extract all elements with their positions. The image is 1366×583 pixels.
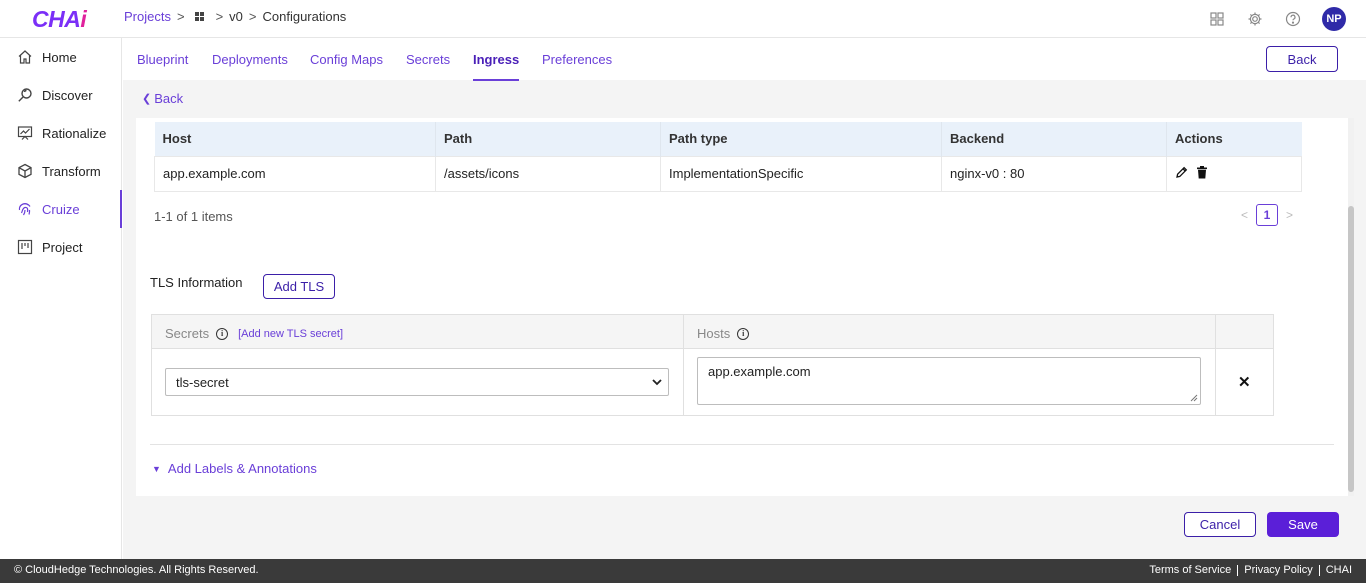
tab-preferences[interactable]: Preferences <box>542 52 612 67</box>
breadcrumb-version[interactable]: v0 <box>229 9 243 24</box>
cancel-button[interactable]: Cancel <box>1184 512 1256 537</box>
top-header: CHAi Projects > > v0 > Configurations NP <box>0 0 1366 38</box>
tab-blueprint[interactable]: Blueprint <box>137 52 188 67</box>
back-link-label: Back <box>154 91 184 106</box>
column-header-actions: Actions <box>1166 122 1302 156</box>
tls-hosts-value: app.example.com <box>708 364 811 379</box>
vertical-scrollbar[interactable] <box>1348 118 1354 496</box>
chart-board-icon <box>16 124 34 142</box>
copyright-text: © CloudHedge Technologies. All Rights Re… <box>14 564 259 576</box>
column-header-path: Path <box>435 122 661 156</box>
items-count: 1-1 of 1 items <box>154 209 233 224</box>
config-tabs: Blueprint Deployments Config Maps Secret… <box>123 38 1366 81</box>
column-divider <box>1215 315 1216 415</box>
scrollbar-thumb[interactable] <box>1348 206 1354 492</box>
add-labels-annotations-toggle[interactable]: ▼ Add Labels & Annotations <box>152 461 317 476</box>
sidebar-item-label: Transform <box>42 163 101 179</box>
home-icon <box>16 48 34 66</box>
tab-config-maps[interactable]: Config Maps <box>310 52 383 67</box>
avatar[interactable]: NP <box>1322 7 1346 31</box>
page-number-button[interactable]: 1 <box>1256 204 1279 226</box>
hosts-header-label: Hosts <box>697 326 731 341</box>
main-content: Blueprint Deployments Config Maps Secret… <box>123 38 1366 559</box>
sidebar-item-label: Home <box>42 49 77 65</box>
cell-path: /assets/icons <box>435 155 661 192</box>
cell-path-type: ImplementationSpecific <box>660 155 942 192</box>
sidebar-item-cruize[interactable]: Cruize <box>0 190 122 228</box>
tls-hosts-textarea[interactable]: app.example.com <box>697 357 1201 405</box>
tab-secrets[interactable]: Secrets <box>406 52 450 67</box>
sidebar-item-rationalize[interactable]: Rationalize <box>0 114 121 152</box>
fingerprint-icon <box>16 200 34 218</box>
info-icon[interactable]: i <box>216 327 229 340</box>
tls-secret-selected-value: tls-secret <box>176 374 229 390</box>
search-icon <box>16 86 34 104</box>
cube-icon <box>16 162 34 180</box>
back-button[interactable]: Back <box>1266 46 1338 72</box>
cell-actions <box>1166 155 1302 192</box>
breadcrumb-current: Configurations <box>262 9 347 24</box>
save-button[interactable]: Save <box>1267 512 1339 537</box>
tls-secret-select[interactable]: tls-secret <box>165 368 669 396</box>
add-tls-button[interactable]: Add TLS <box>263 274 335 299</box>
table-header-row: Host Path Path type Backend Actions <box>154 122 1302 156</box>
chevron-right-icon: > <box>248 9 257 24</box>
column-divider <box>683 315 684 415</box>
sidebar-item-label: Rationalize <box>42 125 107 141</box>
chevron-left-icon: ❮ <box>142 93 152 105</box>
gear-icon[interactable] <box>1246 10 1264 28</box>
add-new-tls-secret-link[interactable]: [Add new TLS secret] <box>238 328 343 340</box>
edit-pencil-icon[interactable] <box>1175 166 1188 182</box>
privacy-policy-link[interactable]: Privacy Policy <box>1238 565 1320 576</box>
ingress-card: Host Path Path type Backend Actions app.… <box>136 118 1348 496</box>
secrets-header-label: Secrets <box>165 326 210 341</box>
prev-page-chevron-icon[interactable]: < <box>1241 208 1248 222</box>
sidebar: Home Discover Rationalize Transform Crui… <box>0 38 122 559</box>
hosts-header: Hosts i <box>697 326 750 341</box>
sidebar-item-label: Discover <box>42 87 93 103</box>
sidebar-item-home[interactable]: Home <box>0 38 121 76</box>
tab-ingress[interactable]: Ingress <box>473 52 520 81</box>
tls-information-label: TLS Information <box>150 275 243 290</box>
footer-links: Terms of Service Privacy Policy CHAI <box>1143 565 1352 576</box>
sidebar-item-label: Project <box>42 239 83 255</box>
sidebar-item-project[interactable]: Project <box>0 228 121 266</box>
info-icon[interactable]: i <box>737 327 750 340</box>
chai-logo[interactable]: CHAi <box>32 6 87 33</box>
caret-down-icon: ▼ <box>152 463 161 474</box>
back-link[interactable]: ❮ Back <box>142 91 183 106</box>
next-page-chevron-icon[interactable]: > <box>1286 208 1293 222</box>
sidebar-item-discover[interactable]: Discover <box>0 76 121 114</box>
kanban-icon <box>16 238 34 256</box>
table-row: app.example.com /assets/icons Implementa… <box>154 155 1302 192</box>
remove-tls-close-icon[interactable]: ✕ <box>1238 373 1251 391</box>
app-grid-icon[interactable] <box>194 12 204 21</box>
help-icon[interactable] <box>1284 10 1302 28</box>
column-header-path-type: Path type <box>660 122 942 156</box>
terms-of-service-link[interactable]: Terms of Service <box>1143 565 1239 576</box>
trash-icon[interactable] <box>1196 165 1208 182</box>
sidebar-item-label: Cruize <box>42 201 80 217</box>
section-divider <box>150 444 1334 445</box>
sidebar-item-transform[interactable]: Transform <box>0 152 121 190</box>
ingress-rules-table: Host Path Path type Backend Actions app.… <box>154 122 1302 192</box>
chai-footer-link[interactable]: CHAI <box>1320 565 1352 576</box>
column-header-host: Host <box>154 122 436 156</box>
pagination: < 1 > <box>1241 204 1293 226</box>
cell-backend: nginx-v0 : 80 <box>941 155 1167 192</box>
breadcrumb: Projects > > v0 > Configurations <box>124 9 346 24</box>
labels-annotations-label: Add Labels & Annotations <box>167 461 317 476</box>
chevron-right-icon: > <box>176 9 185 24</box>
column-header-backend: Backend <box>941 122 1167 156</box>
tab-deployments[interactable]: Deployments <box>212 52 288 67</box>
apps-grid-icon[interactable] <box>1208 10 1226 28</box>
chevron-right-icon: > <box>215 9 224 24</box>
footer: © CloudHedge Technologies. All Rights Re… <box>0 559 1366 583</box>
cell-host: app.example.com <box>154 155 436 192</box>
chevron-down-icon <box>652 379 662 386</box>
secrets-header: Secrets i [Add new TLS secret] <box>165 326 343 341</box>
resize-handle-icon[interactable] <box>1190 394 1198 402</box>
tls-table: Secrets i [Add new TLS secret] Hosts i t… <box>151 314 1274 416</box>
breadcrumb-projects[interactable]: Projects <box>124 9 171 24</box>
